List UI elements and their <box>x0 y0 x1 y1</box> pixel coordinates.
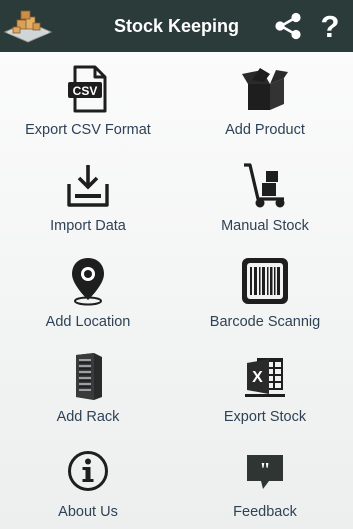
menu-item-label: Barcode Scannig <box>209 314 321 330</box>
excel-export-icon: X <box>240 351 290 401</box>
menu-item-about-us[interactable]: About Us <box>0 434 176 529</box>
menu-item-label: Add Location <box>45 314 131 330</box>
speech-bubble-icon: " <box>240 446 290 496</box>
menu-item-label: Export CSV Format <box>25 122 151 138</box>
help-button[interactable]: ? <box>312 8 348 44</box>
warehouse-boxes-icon <box>3 8 53 44</box>
main-menu: CSV Export CSV Format Add Product Import… <box>0 52 353 529</box>
menu-item-label: Add Product <box>225 122 305 138</box>
menu-item-label: Add Rack <box>56 409 120 425</box>
open-box-icon <box>240 64 290 114</box>
menu-item-add-rack[interactable]: Add Rack <box>0 339 176 434</box>
barcode-icon <box>240 256 290 306</box>
server-rack-icon <box>63 351 113 401</box>
menu-item-label: Manual Stock <box>221 218 309 234</box>
menu-item-import-data[interactable]: Import Data <box>0 148 176 243</box>
hand-truck-icon <box>240 160 290 210</box>
menu-item-add-product[interactable]: Add Product <box>177 52 353 147</box>
menu-item-export-csv[interactable]: CSV Export CSV Format <box>0 52 176 147</box>
menu-item-add-location[interactable]: Add Location <box>0 244 176 339</box>
help-icon: ? <box>320 8 340 44</box>
menu-item-barcode-scanning[interactable]: Barcode Scannig <box>177 244 353 339</box>
menu-item-label: Feedback <box>233 504 297 520</box>
svg-text:CSV: CSV <box>73 84 98 98</box>
svg-text:": " <box>259 459 270 481</box>
menu-item-label: Export Stock <box>223 409 307 425</box>
import-tray-icon <box>63 160 113 210</box>
app-bar: Stock Keeping ? <box>0 0 353 52</box>
menu-item-feedback[interactable]: " Feedback <box>177 434 353 529</box>
menu-item-manual-stock[interactable]: Manual Stock <box>177 148 353 243</box>
share-button[interactable] <box>270 8 306 44</box>
share-icon <box>275 12 301 40</box>
location-pin-icon <box>63 256 113 306</box>
csv-file-icon: CSV <box>63 64 113 114</box>
info-icon <box>63 446 113 496</box>
menu-item-export-stock[interactable]: X Export Stock <box>177 339 353 434</box>
menu-item-label: Import Data <box>50 218 126 234</box>
svg-text:X: X <box>252 369 263 386</box>
menu-item-label: About Us <box>58 504 118 520</box>
